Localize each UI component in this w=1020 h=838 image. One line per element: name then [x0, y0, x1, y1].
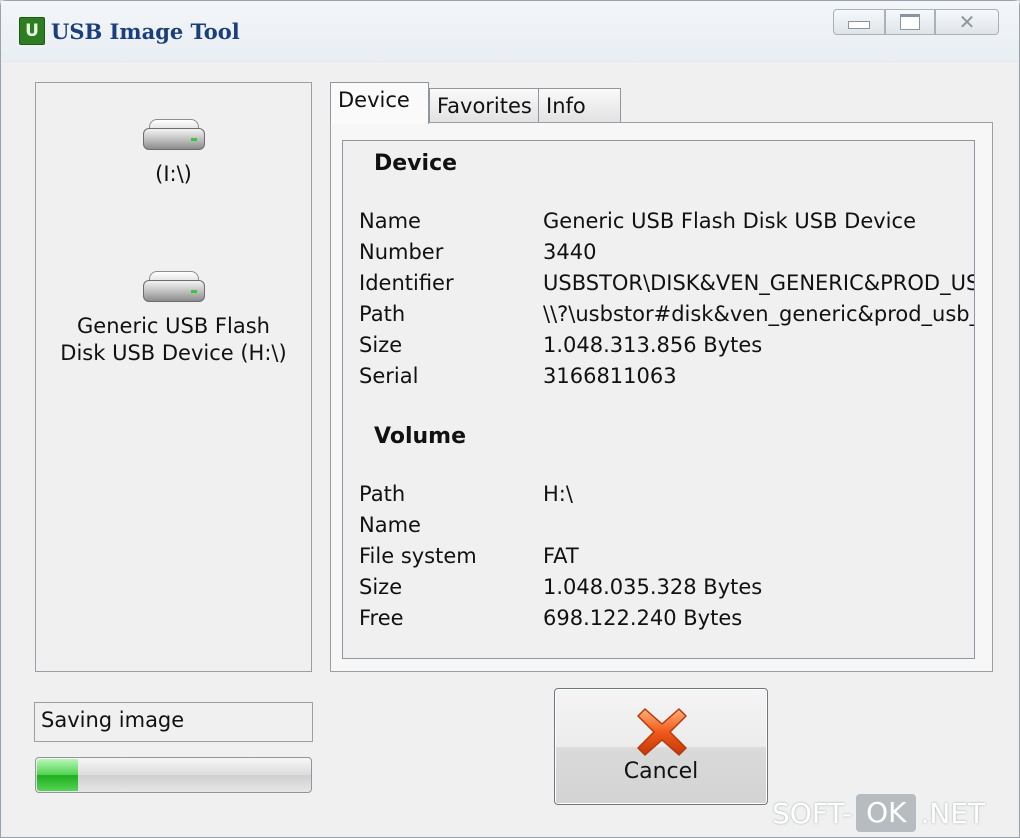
device-label: (I:\) — [155, 162, 192, 186]
device-size-value: 1.048.313.856 Bytes — [543, 333, 763, 357]
maximize-button[interactable] — [885, 9, 935, 35]
volume-free-label: Free — [359, 606, 404, 630]
device-serial-value: 3166811063 — [543, 364, 677, 388]
watermark: SOFT- OK .NET — [772, 793, 985, 833]
tab-info[interactable]: Info — [538, 88, 621, 122]
device-identifier-value: USBSTOR\DISK&VEN_GENERIC&PROD_USB_FLASH_… — [543, 271, 974, 295]
caption-buttons: ✕ — [833, 9, 999, 35]
usb-drive-icon — [142, 271, 205, 302]
cancel-button[interactable]: Cancel — [554, 688, 768, 805]
usb-drive-icon — [142, 119, 205, 150]
status-text: Saving image — [34, 702, 313, 742]
device-info-box: Device Name Generic USB Flash Disk USB D… — [342, 140, 975, 659]
title-bar[interactable]: U USB Image Tool ✕ — [1, 1, 1019, 62]
progress-fill — [37, 759, 78, 791]
minimize-icon — [848, 21, 870, 29]
volume-size-value: 1.048.035.328 Bytes — [543, 575, 763, 599]
volume-section-title: Volume — [374, 424, 466, 449]
device-serial-label: Serial — [359, 364, 419, 388]
volume-filesystem-label: File system — [359, 544, 477, 568]
tab-favorites[interactable]: Favorites — [429, 88, 539, 122]
tab-device[interactable]: Device — [330, 82, 429, 124]
watermark-left: SOFT- — [772, 796, 853, 830]
close-button[interactable]: ✕ — [935, 9, 999, 35]
cancel-x-icon — [637, 708, 687, 756]
cancel-label: Cancel — [623, 759, 699, 784]
device-tab-panel: Device Name Generic USB Flash Disk USB D… — [330, 122, 993, 672]
device-number-value: 3440 — [543, 240, 597, 264]
device-name-value: Generic USB Flash Disk USB Device — [543, 209, 916, 233]
volume-path-value: H:\ — [543, 482, 573, 506]
device-path-value: \\?\usbstor#disk&ven_generic&prod_usb_fl… — [543, 302, 974, 326]
close-icon: ✕ — [958, 10, 976, 34]
device-section-title: Device — [374, 151, 458, 176]
device-name-label: Name — [359, 209, 421, 233]
device-item-i[interactable]: (I:\) — [36, 119, 311, 188]
watermark-ok: OK — [856, 794, 917, 832]
device-label: Generic USB Flash Disk USB Device (H:\) — [60, 314, 287, 365]
app-icon: U — [19, 17, 45, 45]
watermark-right: .NET — [920, 796, 986, 830]
device-path-label: Path — [359, 302, 406, 326]
device-item-h[interactable]: Generic USB Flash Disk USB Device (H:\) — [36, 271, 311, 367]
maximize-icon — [900, 14, 920, 30]
volume-size-label: Size — [359, 575, 403, 599]
main-window: U USB Image Tool ✕ (I:\) Generic USB Fla… — [0, 0, 1020, 838]
volume-name-label: Name — [359, 513, 421, 537]
device-size-label: Size — [359, 333, 403, 357]
volume-filesystem-value: FAT — [543, 544, 579, 568]
volume-path-label: Path — [359, 482, 406, 506]
volume-free-value: 698.122.240 Bytes — [543, 606, 743, 630]
progress-bar — [35, 757, 312, 793]
window-title: USB Image Tool — [51, 19, 240, 44]
device-list[interactable]: (I:\) Generic USB Flash Disk USB Device … — [35, 82, 312, 672]
device-identifier-label: Identifier — [359, 271, 454, 295]
device-number-label: Number — [359, 240, 444, 264]
minimize-button[interactable] — [833, 9, 885, 35]
